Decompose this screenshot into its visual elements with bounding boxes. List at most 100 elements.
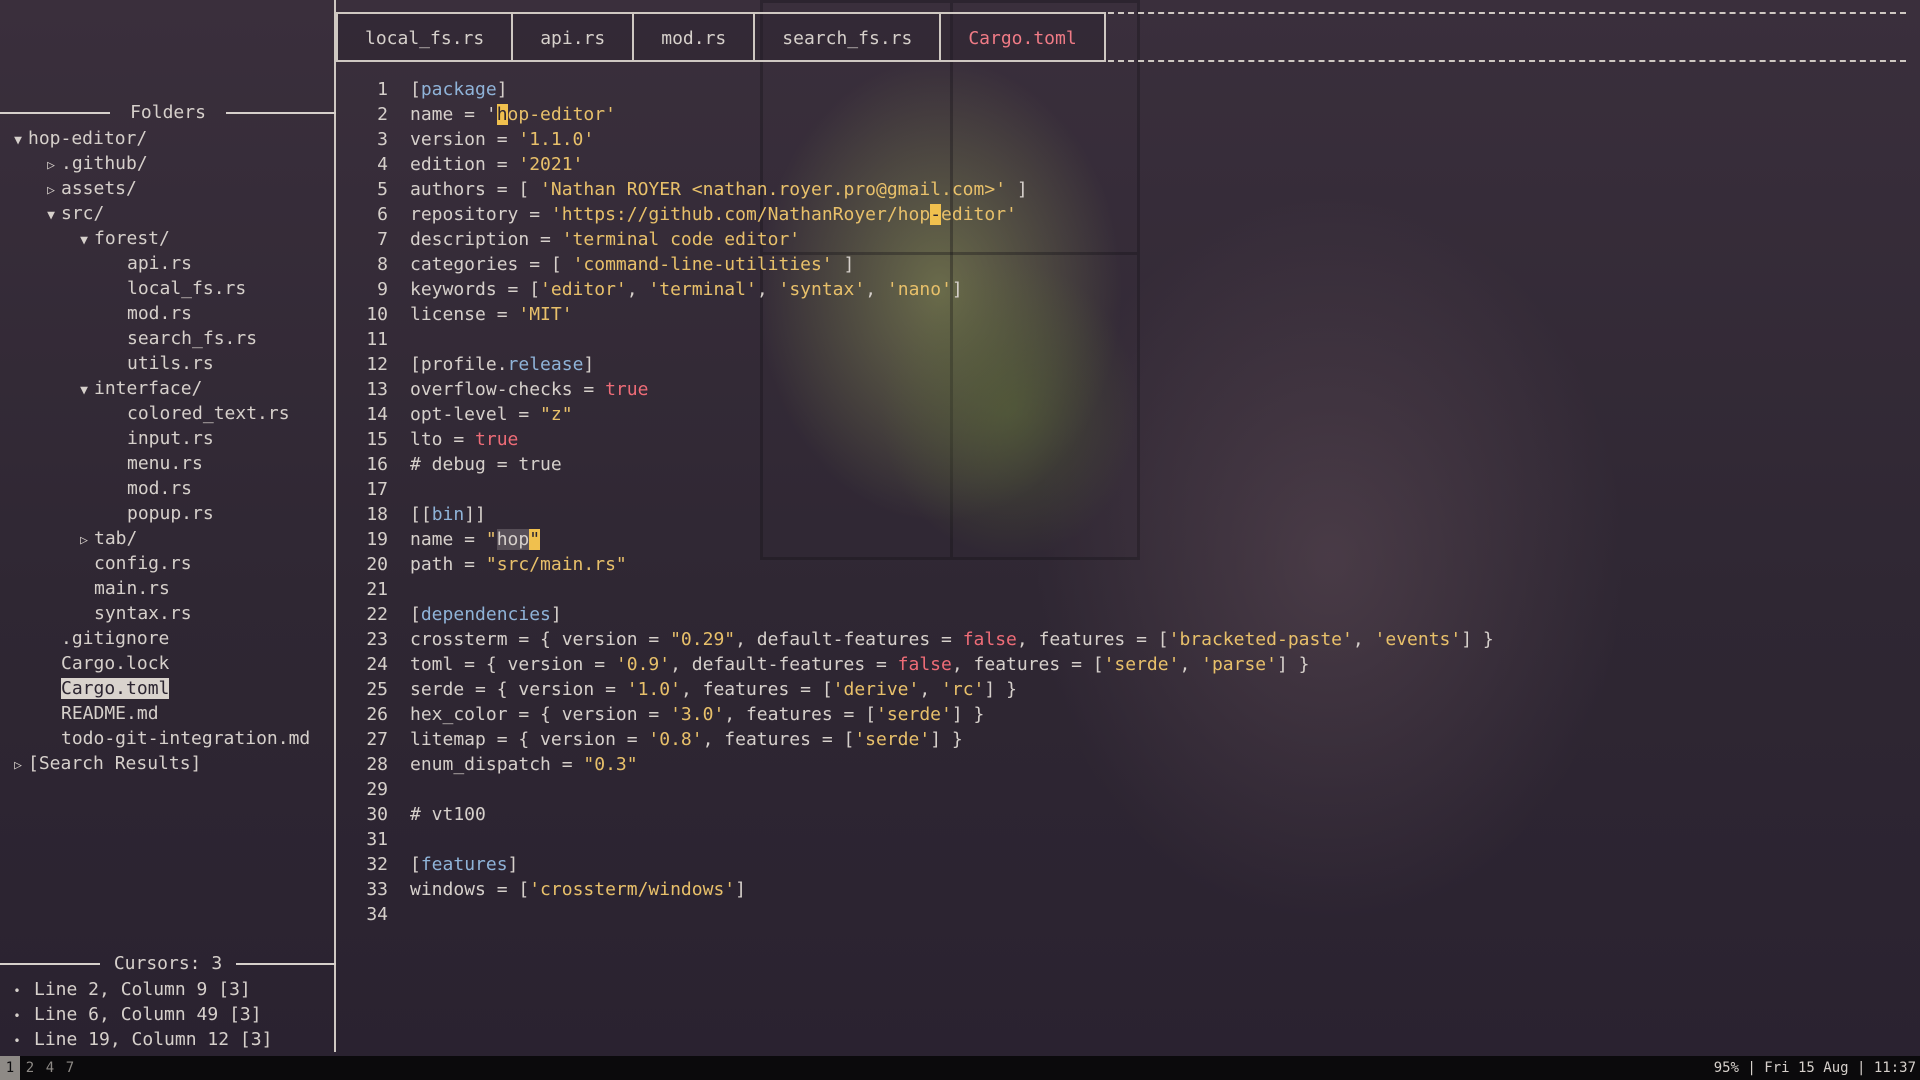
tree-item[interactable]: ▼ src/ [0,201,334,226]
tree-item-label: local_fs.rs [127,278,247,299]
tab-api-rs[interactable]: api.rs [513,12,635,62]
tree-item[interactable]: ▷ assets/ [0,176,334,201]
status-right-text: 95% | Fri 15 Aug | 11:37 [1713,1060,1916,1076]
code-token: 'parse' [1201,654,1277,675]
code-token: authors = [ [410,179,541,200]
code-token: , default-features = [735,629,963,650]
code-line[interactable]: 29 [350,777,1494,802]
tree-item[interactable]: config.rs [0,551,334,576]
tree-item[interactable]: main.rs [0,576,334,601]
tree-item[interactable]: menu.rs [0,451,334,476]
code-line[interactable]: 6 repository = 'https://github.com/Nathan… [350,202,1494,227]
tree-item[interactable]: ▷ .github/ [0,151,334,176]
tree-item[interactable]: popup.rs [0,501,334,526]
tree-item[interactable]: search_fs.rs [0,326,334,351]
code-line[interactable]: 12 [profile.release] [350,352,1494,377]
code-token: , features = [ [702,729,855,750]
code-token: 'events' [1374,629,1462,650]
code-token: , features = [ [680,679,833,700]
code-line[interactable]: 7 description = 'terminal code editor' [350,227,1494,252]
tree-item[interactable]: ▷ [Search Results] [0,751,334,776]
tree-item[interactable]: utils.rs [0,351,334,376]
tab-mod-rs[interactable]: mod.rs [634,12,756,62]
code-line[interactable]: 14 opt-level = "z" [350,402,1494,427]
code-token: , [1352,629,1375,650]
line-number: 31 [366,829,388,850]
line-number: 11 [366,329,388,350]
collapse-right-icon: ▷ [80,533,88,548]
tree-item[interactable]: .gitignore [0,626,334,651]
code-line[interactable]: 34 [350,902,1494,927]
code-text: name = 'hop-editor' [410,102,616,127]
code-editor[interactable]: 1 [package] 2 name = 'hop-editor' 3 version =… [350,77,1494,927]
code-line[interactable]: 23 crossterm = { version = "0.29", defaul… [350,627,1493,652]
expand-down-icon: ▼ [14,133,22,148]
code-line[interactable]: 16 # debug = true [350,452,1494,477]
code-line[interactable]: 4 edition = '2021' [350,152,1494,177]
line-number: 2 [377,104,388,125]
code-line[interactable]: 13 overflow-checks = true [350,377,1494,402]
tab-local-fs-rs[interactable]: local_fs.rs [336,12,514,62]
tree-item-label: input.rs [127,428,214,449]
tree-item[interactable]: todo-git-integration.md [0,726,334,751]
tree-item[interactable]: ▼ hop-editor/ [0,126,334,151]
workspace-button[interactable]: 1 [0,1056,20,1080]
tree-item[interactable]: input.rs [0,426,334,451]
tree-item[interactable]: ▼ interface/ [0,376,334,401]
code-line[interactable]: 19 name = "hop" [350,527,1494,552]
code-token: bin [431,504,465,525]
code-line[interactable]: 24 toml = { version = '0.9', default-feat… [350,652,1494,677]
code-line[interactable]: 17 [350,477,1494,502]
code-line[interactable]: 30 # vt100 [350,802,1494,827]
code-token: # debug = true [410,454,562,475]
tree-item[interactable]: local_fs.rs [0,276,334,301]
code-line[interactable]: 25 serde = { version = '1.0', features = … [350,677,1494,702]
code-line[interactable]: 11 [350,327,1494,352]
code-text: edition = '2021' [410,152,583,177]
code-line[interactable]: 2 name = 'hop-editor' [350,102,1494,127]
tree-item[interactable]: syntax.rs [0,601,334,626]
code-line[interactable]: 27 litemap = { version = '0.8', features … [350,727,1494,752]
tree-item[interactable]: mod.rs [0,476,334,501]
code-line[interactable]: 32 [features] [350,852,1494,877]
tree-item-label: interface/ [94,378,203,399]
code-line[interactable]: 3 version = '1.1.0' [350,127,1494,152]
tree-item[interactable]: ▷ tab/ [0,526,334,551]
cursor-item[interactable]: • Line 2, Column 9 [3] [0,977,272,1002]
code-line[interactable]: 8 categories = [ 'command-line-utilities'… [350,252,1494,277]
code-token: "src/main.rs" [485,554,627,575]
code-text: repository = 'https://github.com/NathanR… [410,202,1017,227]
bullet-icon: • [13,984,21,998]
workspace-button[interactable]: 7 [60,1056,80,1080]
cursor-item[interactable]: • Line 6, Column 49 [3] [0,1002,272,1027]
tree-item[interactable]: Cargo.lock [0,651,334,676]
workspace-button[interactable]: 4 [40,1056,60,1080]
code-line[interactable]: 20 path = "src/main.rs" [350,552,1494,577]
workspace-button[interactable]: 2 [20,1056,40,1080]
tree-item[interactable]: mod.rs [0,301,334,326]
cursor-item[interactable]: • Line 19, Column 12 [3] [0,1027,272,1052]
code-line[interactable]: 18 [[bin]] [350,502,1494,527]
tab-cargo-toml[interactable]: Cargo.toml [941,12,1106,62]
code-line[interactable]: 21 [350,577,1494,602]
tree-item[interactable]: colored_text.rs [0,401,334,426]
code-line[interactable]: 28 enum_dispatch = "0.3" [350,752,1494,777]
code-line[interactable]: 22 [dependencies] [350,602,1494,627]
code-line[interactable]: 15 lto = true [350,427,1494,452]
code-line[interactable]: 31 [350,827,1494,852]
code-line[interactable]: 10 license = 'MIT' [350,302,1494,327]
code-text: windows = ['crossterm/windows'] [410,877,746,902]
tree-item[interactable]: Cargo.toml [0,676,334,701]
code-line[interactable]: 1 [package] [350,77,1494,102]
tree-item[interactable]: ▼ forest/ [0,226,334,251]
tab-search-fs-rs[interactable]: search_fs.rs [755,12,942,62]
code-token: keywords = [ [410,279,541,300]
code-token: ] } [1276,654,1310,675]
collapse-right-icon: ▷ [47,183,55,198]
code-line[interactable]: 33 windows = ['crossterm/windows'] [350,877,1494,902]
code-line[interactable]: 5 authors = [ 'Nathan ROYER <nathan.royer… [350,177,1494,202]
code-line[interactable]: 26 hex_color = { version = '3.0', feature… [350,702,1494,727]
tree-item[interactable]: README.md [0,701,334,726]
code-line[interactable]: 9 keywords = ['editor', 'terminal', 'synt… [350,277,1494,302]
tree-item[interactable]: api.rs [0,251,334,276]
